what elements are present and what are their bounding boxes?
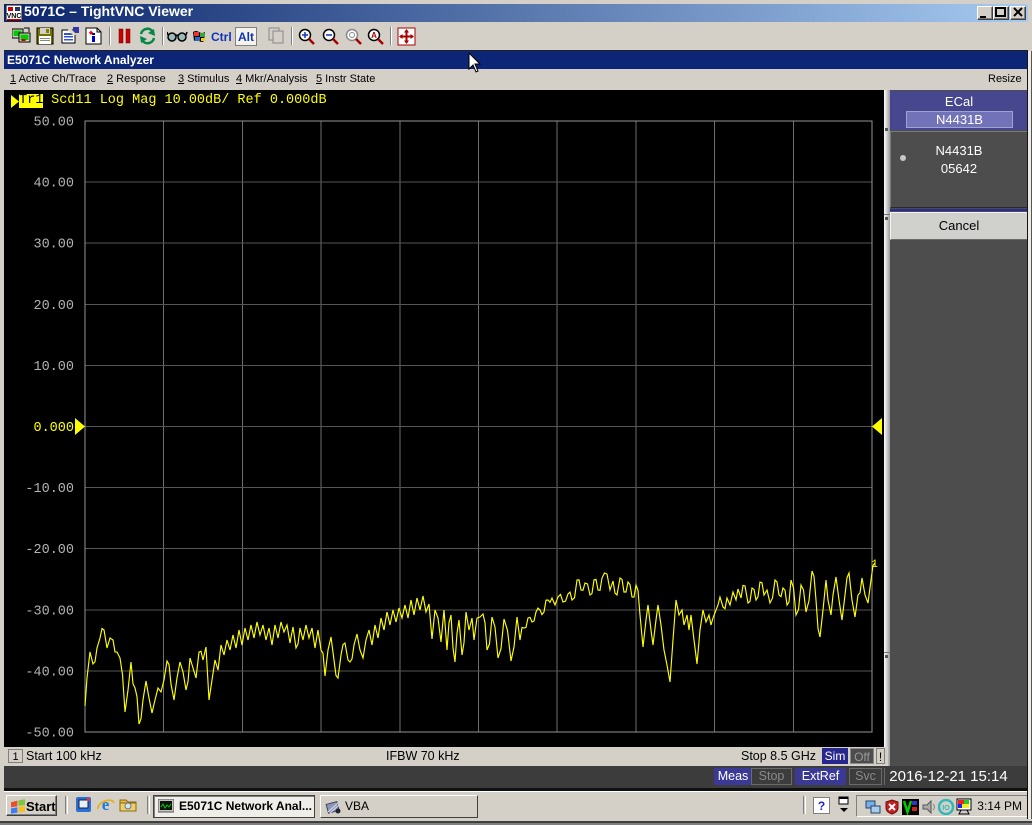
svg-text:-10.00: -10.00 xyxy=(25,482,74,497)
svg-text:-30.00: -30.00 xyxy=(25,604,74,619)
svg-text:10.00: 10.00 xyxy=(33,360,74,375)
svg-text:IO: IO xyxy=(942,805,950,812)
svg-text:e: e xyxy=(102,796,110,813)
svg-text:-50.00: -50.00 xyxy=(25,727,74,742)
svg-text:1: 1 xyxy=(871,559,878,571)
svg-text:-20.00: -20.00 xyxy=(25,543,74,558)
svg-text:20.00: 20.00 xyxy=(33,299,74,314)
svg-text:A: A xyxy=(371,31,377,40)
svg-text:VNC: VNC xyxy=(7,13,22,20)
svg-text:30.00: 30.00 xyxy=(33,238,74,253)
svg-text:40.00: 40.00 xyxy=(33,177,74,192)
svg-text:0.000: 0.000 xyxy=(33,421,74,436)
svg-text:-40.00: -40.00 xyxy=(25,665,74,680)
svg-text:50.00: 50.00 xyxy=(33,116,74,131)
